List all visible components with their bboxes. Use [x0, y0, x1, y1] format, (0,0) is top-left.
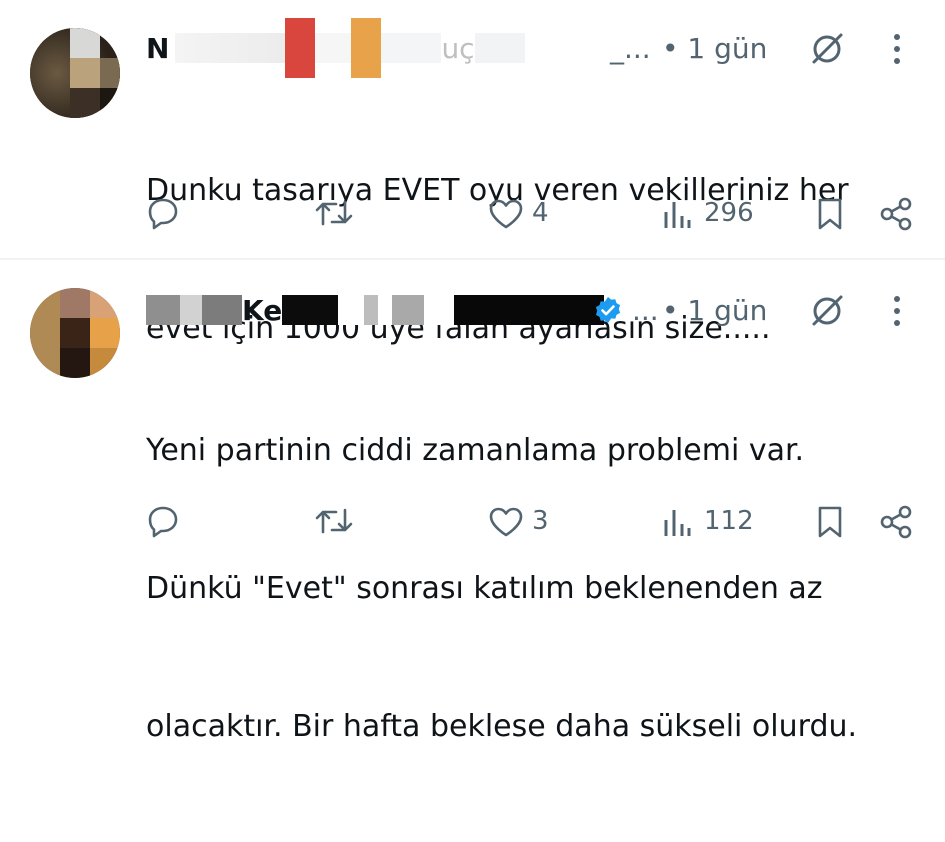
author-name[interactable]: N — [146, 32, 169, 65]
views-icon[interactable] — [662, 506, 692, 538]
tweet-text-line: Dünkü "Evet" sonrası katılım beklenenden… — [146, 571, 823, 606]
retweet-icon[interactable] — [314, 504, 354, 538]
like-count: 3 — [532, 506, 549, 536]
view-count: 112 — [704, 506, 754, 536]
like-count: 4 — [532, 198, 549, 228]
author-ellipsis: _... — [610, 32, 651, 65]
grok-icon[interactable] — [808, 30, 846, 68]
tweet-header: N uç — [146, 18, 525, 78]
reply-icon[interactable] — [146, 504, 180, 538]
tweet-time[interactable]: • 1 gün — [662, 32, 767, 65]
redacted-name — [378, 295, 393, 325]
redacted-name — [351, 18, 382, 78]
verified-badge-icon — [594, 296, 622, 324]
heart-icon[interactable] — [488, 198, 524, 230]
more-icon[interactable] — [890, 294, 904, 328]
grok-icon[interactable] — [808, 292, 846, 330]
redacted-name — [180, 295, 202, 325]
tweet-text-line: Yeni partinin ciddi zamanlama problemi v… — [146, 433, 805, 468]
tweet-time[interactable]: • 1 gün — [662, 294, 767, 327]
redacted-name — [392, 295, 425, 325]
redacted-name — [424, 295, 455, 325]
avatar[interactable] — [30, 288, 120, 378]
redacted-name — [381, 33, 442, 63]
heart-icon[interactable] — [488, 506, 524, 538]
redacted-name — [175, 33, 286, 63]
redacted-name — [315, 33, 352, 63]
view-count: 296 — [704, 198, 754, 228]
author-name[interactable]: Ke — [242, 294, 282, 327]
redacted-name — [202, 295, 242, 325]
avatar[interactable] — [30, 28, 120, 118]
tweet[interactable]: N uç _... • 1 gün Dunku tasarıya EVET oy… — [0, 0, 945, 346]
bookmark-icon[interactable] — [816, 196, 844, 232]
bookmark-icon[interactable] — [816, 504, 844, 540]
tweet-text: Yeni partinin ciddi zamanlama problemi v… — [146, 336, 857, 842]
tweet[interactable]: Ke ... • 1 gün Yeni partinin ciddi zaman… — [0, 260, 945, 744]
author-ellipsis: ... — [632, 294, 659, 327]
author-name-part: uç — [441, 31, 475, 65]
views-icon[interactable] — [662, 198, 692, 230]
redacted-name — [285, 18, 316, 78]
redacted-name — [282, 295, 339, 325]
redacted-name — [146, 295, 180, 325]
more-icon[interactable] — [890, 32, 904, 66]
redacted-name — [338, 295, 365, 325]
tweet-header: Ke — [146, 290, 605, 330]
redacted-name — [474, 33, 525, 63]
redacted-name — [454, 295, 605, 325]
share-icon[interactable] — [878, 504, 914, 540]
retweet-icon[interactable] — [314, 196, 354, 230]
tweet-text-line: olacaktır. Bir hafta beklese daha süksel… — [146, 709, 858, 744]
reply-icon[interactable] — [146, 196, 180, 230]
redacted-name — [364, 295, 379, 325]
share-icon[interactable] — [878, 196, 914, 232]
